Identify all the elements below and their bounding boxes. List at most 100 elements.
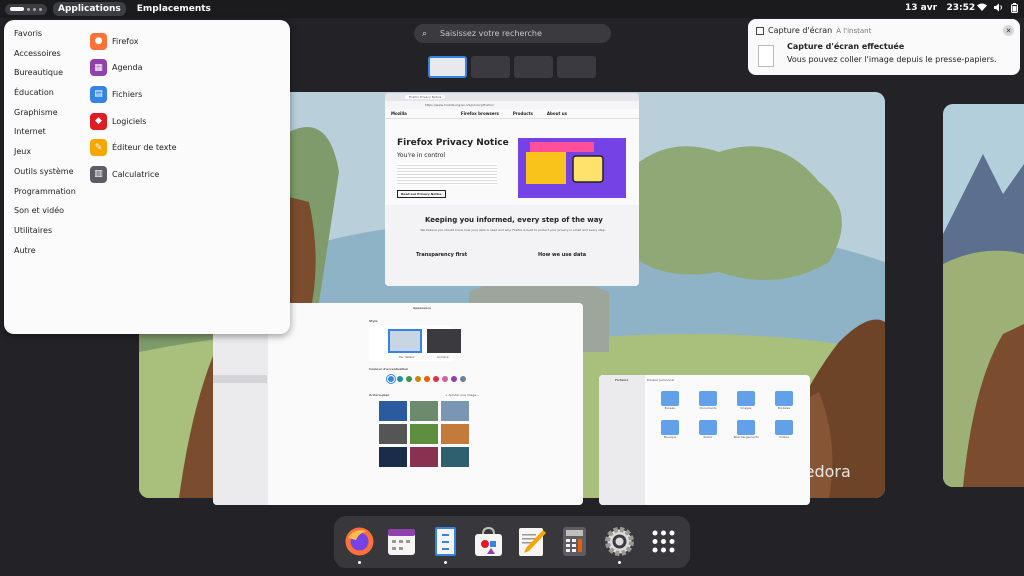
- category-item[interactable]: Autre: [14, 246, 76, 266]
- path-bar[interactable]: Dossier personnel: [647, 378, 674, 382]
- folder-icon: [737, 391, 755, 406]
- add-image-button[interactable]: + Ajouter une image...: [445, 393, 479, 397]
- app-item[interactable]: ✎ Éditeur de texte: [90, 134, 177, 161]
- applications-menu: Favoris Accessoires Bureautique Éducation Gr…: [4, 20, 290, 334]
- background-thumbnail[interactable]: [379, 401, 407, 421]
- accent-color-swatch[interactable]: [433, 376, 439, 382]
- category-item[interactable]: Bureautique: [14, 68, 76, 88]
- background-thumbnail[interactable]: [441, 424, 469, 444]
- category-item[interactable]: Graphisme: [14, 108, 76, 128]
- calendar-icon: ▦: [90, 59, 107, 77]
- files-window[interactable]: Fichiers Dossier personnel Bureau Documen…: [599, 375, 810, 505]
- settings-icon[interactable]: [604, 526, 635, 557]
- places-menu-button[interactable]: Emplacements: [132, 2, 216, 16]
- firefox-window[interactable]: Firefox Privacy Notice https://www.mozil…: [385, 93, 639, 286]
- app-label: Agenda: [112, 63, 143, 73]
- background-thumbnail[interactable]: [410, 447, 438, 467]
- workspace-thumbnail-1[interactable]: [428, 56, 467, 78]
- folder-icon: [699, 420, 717, 435]
- accent-color-swatch[interactable]: [415, 376, 421, 382]
- text-editor-icon[interactable]: [516, 526, 547, 557]
- category-item[interactable]: Utilitaires: [14, 226, 76, 246]
- clock[interactable]: 13 avr 23:52: [905, 3, 975, 13]
- folder-item[interactable]: Public: [689, 420, 727, 439]
- folder-icon: [661, 391, 679, 406]
- folder-item[interactable]: Vidéos: [765, 420, 803, 439]
- nav-item[interactable]: Firefox browsers: [461, 111, 499, 116]
- accent-color-swatch[interactable]: [397, 376, 403, 382]
- category-item[interactable]: Favoris: [14, 29, 76, 49]
- screenshot-icon: [756, 26, 764, 35]
- app-item[interactable]: ◆ Logiciels: [90, 108, 177, 135]
- nav-item[interactable]: About us: [547, 111, 567, 116]
- url-bar[interactable]: https://www.mozilla.org/en-US/privacy/fi…: [385, 101, 639, 109]
- category-item[interactable]: Programmation: [14, 187, 76, 207]
- folder-label: Vidéos: [779, 435, 789, 439]
- files-sidebar: [599, 375, 645, 505]
- category-item[interactable]: Son et vidéo: [14, 206, 76, 226]
- browser-tab[interactable]: Firefox Privacy Notice: [405, 95, 446, 99]
- notification-body: Vous pouvez coller l'image depuis le pre…: [787, 55, 997, 64]
- category-item[interactable]: Accessoires: [14, 49, 76, 69]
- calculator-icon: ▥: [90, 165, 107, 183]
- accent-color-swatch[interactable]: [424, 376, 430, 382]
- accent-color-swatch[interactable]: [442, 376, 448, 382]
- category-item[interactable]: Jeux: [14, 147, 76, 167]
- app-item[interactable]: ● Firefox: [90, 28, 177, 55]
- category-item[interactable]: Éducation: [14, 88, 76, 108]
- applications-menu-button[interactable]: Applications: [53, 2, 126, 16]
- privacy-illustration: [518, 138, 626, 198]
- running-indicator: [358, 561, 361, 564]
- accent-color-swatch[interactable]: [388, 376, 394, 382]
- background-thumbnail[interactable]: [441, 401, 469, 421]
- folder-item[interactable]: Images: [727, 391, 765, 410]
- calendar-icon[interactable]: [386, 526, 417, 557]
- workspace-thumbnail-4[interactable]: [557, 56, 596, 78]
- background-thumbnail[interactable]: [410, 424, 438, 444]
- app-item[interactable]: ▦ Agenda: [90, 55, 177, 82]
- page-heading: Firefox Privacy Notice: [397, 138, 509, 148]
- sidebar-item-appearance[interactable]: [213, 375, 267, 383]
- accent-color-swatch[interactable]: [460, 376, 466, 382]
- system-tray[interactable]: [977, 3, 1018, 13]
- background-thumbnail[interactable]: [379, 424, 407, 444]
- workspace-preview-next[interactable]: [943, 104, 1024, 487]
- workspace-thumbnail-3[interactable]: [514, 56, 553, 78]
- search-icon: ⌕: [422, 28, 428, 39]
- workspace-indicator: [33, 7, 36, 11]
- background-thumbnail[interactable]: [410, 401, 438, 421]
- accent-color-swatch[interactable]: [451, 376, 457, 382]
- folder-item[interactable]: Musique: [651, 420, 689, 439]
- app-grid-icon[interactable]: [648, 526, 679, 557]
- folder-item[interactable]: Téléchargements: [727, 420, 765, 439]
- site-brand[interactable]: Mozilla: [391, 111, 407, 116]
- background-thumbnail[interactable]: [441, 447, 469, 467]
- folder-item[interactable]: Bureau: [651, 391, 689, 410]
- close-icon[interactable]: ✕: [1003, 25, 1014, 36]
- software-icon[interactable]: [473, 526, 504, 557]
- calculator-icon[interactable]: [559, 526, 590, 557]
- nav-item[interactable]: Products: [513, 111, 533, 116]
- notification[interactable]: Capture d'écran À l'instant ✕ Capture d'…: [748, 19, 1020, 75]
- category-item[interactable]: Internet: [14, 127, 76, 147]
- folder-item[interactable]: Modèles: [765, 391, 803, 410]
- notification-time: À l'instant: [836, 26, 872, 35]
- notification-title: Capture d'écran effectuée: [787, 42, 905, 51]
- activities-button[interactable]: [5, 3, 47, 15]
- privacy-notice-button[interactable]: Read our Privacy Notice: [397, 190, 446, 198]
- app-label: Firefox: [112, 36, 139, 46]
- app-item[interactable]: ▤ Fichiers: [90, 81, 177, 108]
- network-wireless-icon: [977, 3, 987, 11]
- background-thumbnail[interactable]: [379, 447, 407, 467]
- folder-item[interactable]: Documents: [689, 391, 727, 410]
- category-item[interactable]: Outils système: [14, 167, 76, 187]
- style-option-dark[interactable]: [427, 329, 461, 353]
- app-item[interactable]: ▥ Calculatrice: [90, 161, 177, 188]
- files-icon[interactable]: [430, 526, 461, 557]
- firefox-icon[interactable]: [344, 526, 375, 557]
- style-option-default[interactable]: [388, 329, 422, 353]
- folder-grid: Bureau Documents Images Modèles Musique Publi…: [651, 391, 803, 439]
- accent-color-swatch[interactable]: [406, 376, 412, 382]
- search-input[interactable]: ⌕ Saisissez votre recherche: [414, 24, 611, 43]
- workspace-thumbnail-2[interactable]: [471, 56, 510, 78]
